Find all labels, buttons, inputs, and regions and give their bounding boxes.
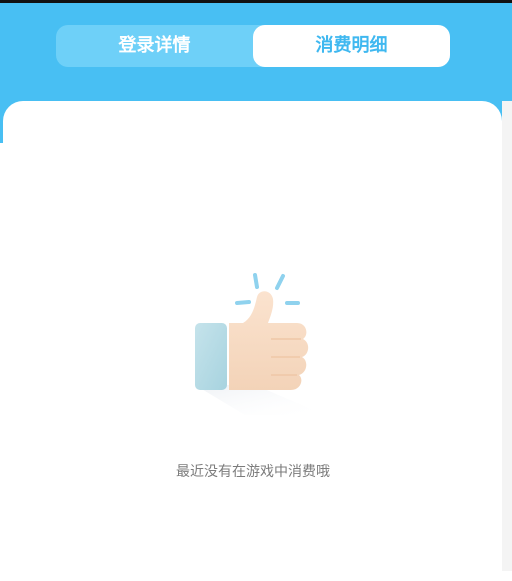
tab-login-details[interactable]: 登录详情 [56,25,253,67]
empty-state-message: 最近没有在游戏中消费哦 [176,464,330,480]
tab-spending-details[interactable]: 消费明细 [253,25,450,67]
tab-switcher: 登录详情 消费明细 [56,25,450,67]
thumbs-up-icon [185,265,325,419]
panel-edge [502,101,512,571]
